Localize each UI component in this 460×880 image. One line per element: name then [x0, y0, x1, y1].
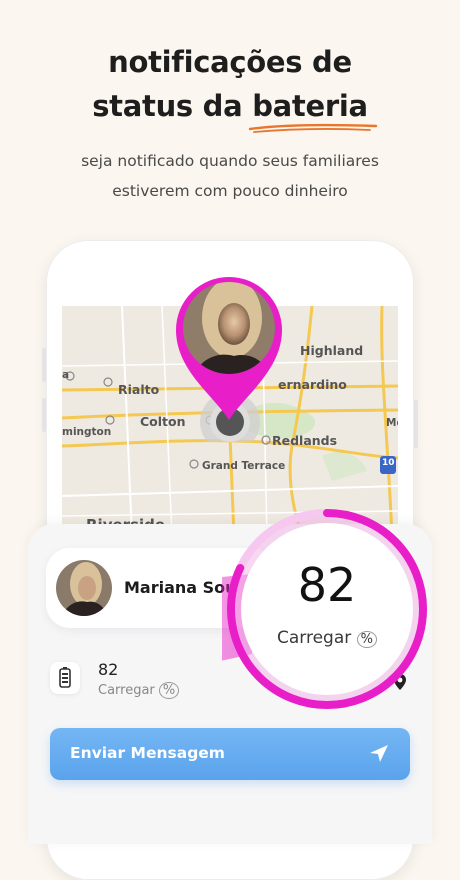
avatar[interactable] — [56, 560, 112, 616]
subtitle-line-1: seja notificado quando seus familiares — [81, 152, 379, 170]
map-label-highland: Highland — [300, 343, 364, 358]
subtitle-line-2: estiverem com pouco dinheiro — [112, 182, 348, 200]
map-label-edge-a: a — [62, 369, 70, 381]
headline-line-2: status da bateria — [0, 84, 460, 133]
battery-icon — [50, 662, 80, 694]
brush-underline — [249, 123, 378, 133]
map-label-bernardino: ernardino — [278, 377, 347, 392]
person-name: Mariana Sou — [124, 578, 237, 597]
percent-badge: % — [158, 682, 180, 699]
headline-highlight: bateria — [249, 84, 378, 133]
phone-side-button-left-2 — [42, 398, 46, 432]
subtitle: seja notificado quando seus familiares e… — [0, 146, 460, 206]
battery-label: Carregar % — [98, 682, 180, 699]
send-message-label: Enviar Mensagem — [70, 744, 225, 762]
phone-side-button-left — [42, 348, 46, 382]
avatar-photo-small — [56, 560, 112, 616]
map-label-mington: mington — [62, 426, 112, 438]
headline-highlight-text: bateria — [252, 89, 368, 123]
phone-side-button-right — [414, 400, 418, 448]
send-message-button[interactable]: Enviar Mensagem — [50, 728, 410, 780]
battery-level-ring: 82 Carregar % — [48, 504, 432, 714]
location-pin-icon[interactable] — [170, 272, 288, 452]
highway-shield-10: 10 — [382, 458, 395, 468]
headline-prefix: status da — [92, 89, 253, 123]
map-label-rialto: Rialto — [118, 382, 160, 397]
map-label-grand-terrace: Grand Terrace — [202, 460, 286, 472]
location-pin-graphic — [176, 277, 282, 452]
battery-value: 82 — [98, 660, 119, 679]
headline-line-1: notificações de — [108, 45, 352, 79]
battery-level-value: 82 — [297, 558, 357, 612]
battery-label-text: Carregar — [98, 683, 155, 698]
battery-level-label: Carregar % — [222, 628, 432, 648]
headline: notificações de status da bateria — [0, 40, 460, 133]
map-label-mo: Mo — [386, 417, 398, 429]
avatar-photo — [183, 282, 275, 374]
send-arrow-icon — [368, 742, 390, 764]
battery-level-percent: % — [356, 631, 378, 648]
battery-level-label-text: Carregar — [276, 628, 352, 648]
